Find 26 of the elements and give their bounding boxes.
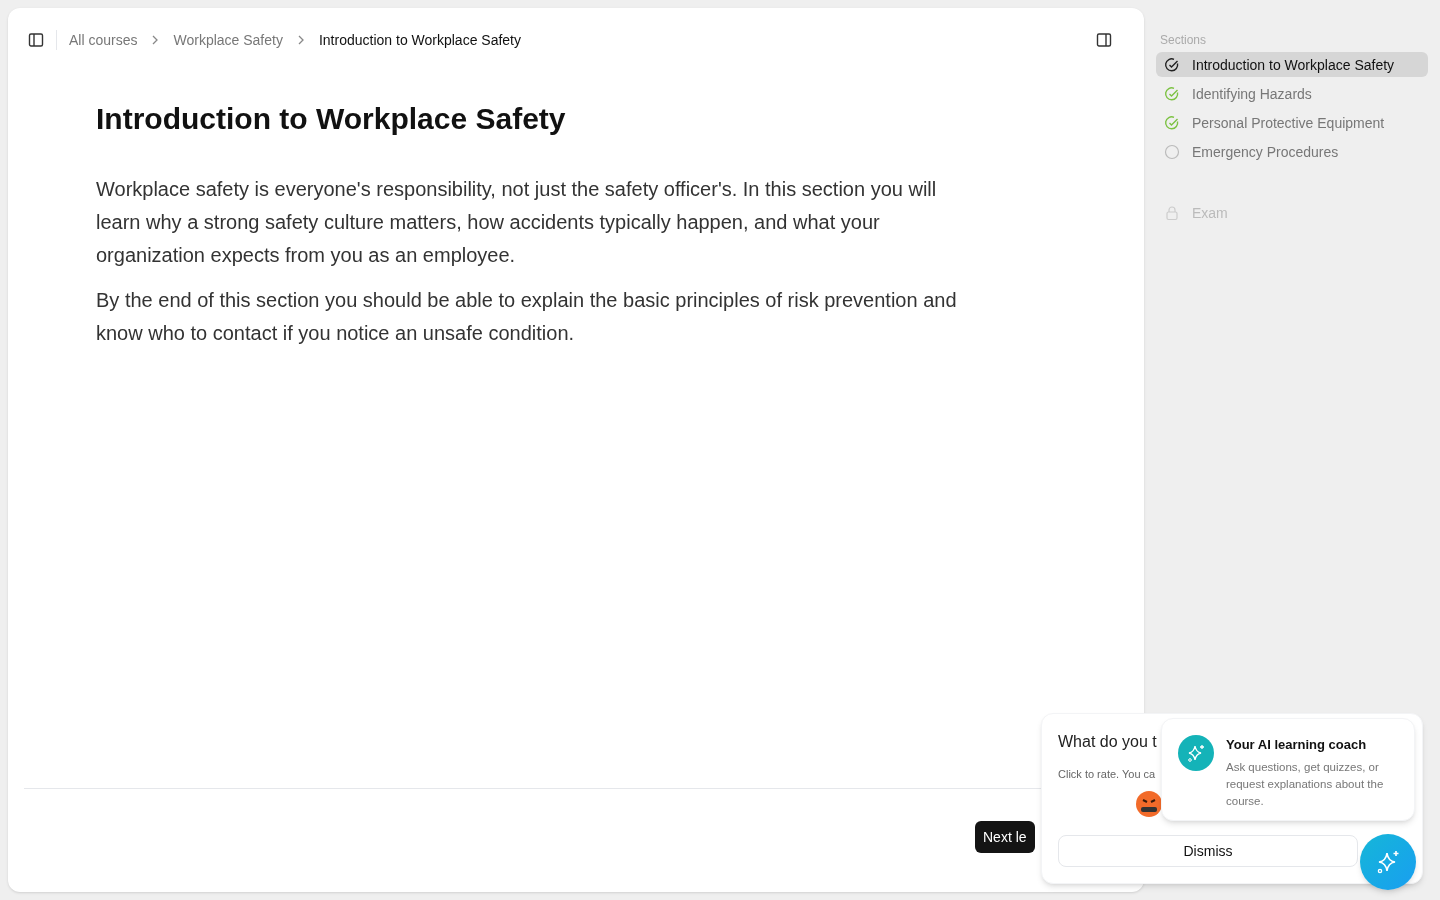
check-circle-icon xyxy=(1164,114,1180,131)
sidebar-heading: Sections xyxy=(1160,32,1208,48)
check-circle-icon xyxy=(1164,85,1180,102)
lock-icon xyxy=(1164,204,1180,221)
angry-face-icon xyxy=(1135,790,1163,818)
empty-circle-icon xyxy=(1164,143,1180,160)
coach-title: Your AI learning coach xyxy=(1226,736,1368,754)
coach-description: Ask questions, get quizzes, or request explanations about the course. xyxy=(1226,759,1385,809)
next-lesson-button[interactable]: Next le xyxy=(975,821,1035,853)
check-circle-icon xyxy=(1164,56,1180,73)
section-item[interactable]: Introduction to Workplace Safety xyxy=(1156,52,1428,77)
section-item[interactable]: Personal Protective Equipment xyxy=(1156,110,1428,135)
breadcrumb-link[interactable]: All courses xyxy=(69,30,138,50)
dismiss-button[interactable]: Dismiss xyxy=(1058,835,1358,867)
sparkle-icon xyxy=(1178,735,1214,771)
lesson-title: Introduction to Workplace Safety xyxy=(96,101,567,137)
section-item[interactable]: Emergency Procedures xyxy=(1156,139,1428,164)
breadcrumb-link[interactable]: Workplace Safety xyxy=(173,30,283,50)
section-item[interactable]: Identifying Hazards xyxy=(1156,81,1428,106)
breadcrumb-current: Introduction to Workplace Safety xyxy=(318,31,521,50)
feedback-hint: Click to rate. You ca xyxy=(1058,767,1156,782)
lesson-paragraph: Workplace safety is everyone's responsibility, not just the safety officer's. In this section you will learn why a strong safety culture matters, how accidents typically happen, and what your organization expects from you as an employee. xyxy=(96,177,938,268)
feedback-title: What do you t xyxy=(1058,732,1157,752)
lesson-paragraph: By the end of this section you should be able to explain the basic principles of risk prevention and know who to contact if you notice an unsafe condition. xyxy=(96,288,958,346)
panel-toggle-icon[interactable] xyxy=(1096,32,1112,48)
sidebar-toggle-icon[interactable] xyxy=(28,32,44,48)
